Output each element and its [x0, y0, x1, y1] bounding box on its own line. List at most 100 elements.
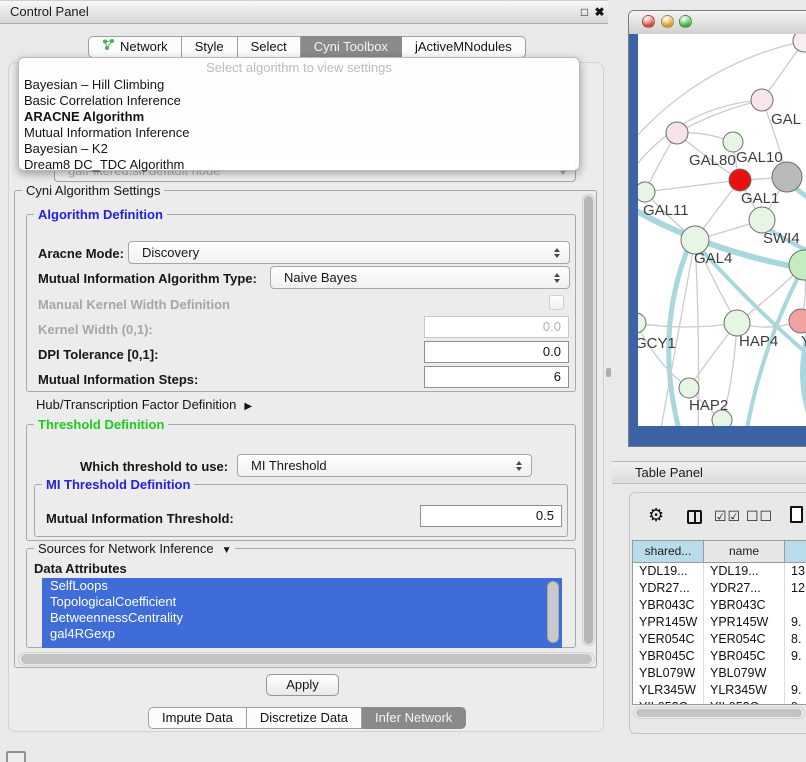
network-node[interactable] — [772, 162, 802, 192]
float-window-icon[interactable]: □ — [577, 1, 592, 23]
control-panel-title: Control Panel — [10, 1, 89, 23]
manual-kernel-checkbox[interactable] — [549, 295, 564, 310]
network-node[interactable] — [751, 89, 773, 111]
dpi-tolerance-field[interactable]: 0.0 — [424, 341, 569, 363]
network-node-label: GAL — [771, 111, 801, 128]
tab-select[interactable]: Select — [238, 36, 301, 58]
threshold-definition-legend: Threshold Definition — [34, 417, 168, 432]
table-row[interactable]: YLR345WYLR345W9. — [633, 682, 806, 699]
sources-legend[interactable]: Sources for Network Inference▼ — [34, 541, 235, 556]
dropdown-items: Bayesian – Hill ClimbingBasic Correlatio… — [19, 77, 579, 173]
attribute-item[interactable]: TopologicalCoefficient — [42, 594, 562, 610]
gear-icon[interactable]: ⚙ — [648, 505, 664, 525]
table-row[interactable]: YBR045CYBR045C9. — [633, 648, 806, 665]
network-node[interactable] — [679, 378, 699, 398]
mi-steps-field[interactable]: 6 — [424, 366, 569, 388]
table-cell: YIL052C — [704, 699, 785, 705]
panel-divider-handle[interactable] — [606, 368, 611, 377]
settings-vscrollbar[interactable] — [582, 194, 595, 646]
network-node[interactable] — [789, 309, 806, 333]
tab-label: Network — [120, 37, 168, 57]
algorithm-option[interactable]: Bayesian – Hill Climbing — [19, 77, 579, 93]
attribute-item[interactable] — [42, 642, 562, 648]
algorithm-option[interactable]: Basic Correlation Inference — [19, 93, 579, 109]
mi-threshold-legend: MI Threshold Definition — [42, 477, 194, 492]
network-node[interactable] — [638, 182, 655, 202]
mi-steps-label: Mutual Information Steps: — [38, 372, 198, 387]
algorithm-dropdown[interactable]: Select algorithm to view settings Bayesi… — [18, 57, 580, 171]
close-light-icon[interactable] — [642, 15, 655, 28]
network-view-window[interactable]: GALGAL80GAL10GAL11GAL1GAL4SWI4GCY1HAP4YH… — [628, 10, 806, 447]
node-table[interactable]: shared...nameYDL19...YDL19...13YDR27...Y… — [632, 540, 806, 705]
table-header-row: shared...name — [633, 541, 806, 563]
hub-definition-toggle[interactable]: Hub/Transcription Factor Definition▶ — [36, 397, 252, 412]
tab-style[interactable]: Style — [182, 36, 238, 58]
tab-discretize-data[interactable]: Discretize Data — [247, 707, 362, 729]
aracne-mode-combo[interactable]: Discovery — [128, 241, 570, 264]
kernel-width-field[interactable]: 0.0 — [424, 316, 569, 338]
algorithm-option[interactable]: ARACNE Algorithm — [19, 109, 579, 125]
attributes-vscrollbar-thumb[interactable] — [547, 581, 559, 643]
network-window-titlebar[interactable] — [629, 11, 806, 35]
control-panel-titlebar: Control Panel □ ✖ — [0, 0, 608, 24]
network-canvas[interactable]: GALGAL80GAL10GAL11GAL1GAL4SWI4GCY1HAP4YH… — [638, 34, 806, 426]
tab-infer-network[interactable]: Infer Network — [362, 707, 466, 729]
network-node[interactable] — [638, 313, 646, 333]
corner-dock-icon[interactable] — [6, 751, 26, 762]
settings-hscrollbar-thumb[interactable] — [21, 654, 592, 664]
table-cell: 8. — [785, 631, 806, 648]
tab-impute-data[interactable]: Impute Data — [148, 707, 247, 729]
table-row[interactable]: YBR043CYBR043C — [633, 597, 806, 614]
tab-jactivemnodules[interactable]: jActiveMNodules — [402, 36, 526, 58]
network-node[interactable] — [666, 122, 688, 144]
table-cell: 9. — [785, 682, 806, 699]
algorithm-option[interactable]: Bayesian – K2 — [19, 141, 579, 157]
table-cell: YDR27... — [704, 580, 785, 597]
algorithm-option[interactable]: Dream8 DC_TDC Algorithm — [19, 157, 579, 173]
attribute-item[interactable]: BetweennessCentrality — [42, 610, 562, 626]
table-cell: YIL052C — [633, 699, 704, 705]
algorithm-definition-legend: Algorithm Definition — [34, 207, 167, 222]
minimize-light-icon[interactable] — [661, 15, 674, 28]
which-threshold-combo[interactable]: MI Threshold — [237, 454, 532, 477]
algorithm-option[interactable]: Mutual Information Inference — [19, 125, 579, 141]
zoom-light-icon[interactable] — [679, 15, 692, 28]
apply-button[interactable]: Apply — [266, 674, 339, 696]
table-cell: YPR145W — [633, 614, 704, 631]
manual-kernel-label: Manual Kernel Width Definition — [38, 297, 230, 312]
table-row[interactable]: YBL079WYBL079W — [633, 665, 806, 682]
table-hscrollbar-thumb[interactable] — [636, 709, 802, 717]
columns-icon[interactable] — [687, 510, 702, 524]
hide-columns-icon[interactable]: ☐☐ — [746, 508, 773, 525]
table-cell: YDL19... — [633, 563, 704, 580]
settings-vscrollbar-thumb[interactable] — [584, 196, 593, 644]
file-icon[interactable] — [790, 506, 803, 523]
column-header[interactable]: name — [704, 541, 785, 562]
network-node[interactable] — [789, 250, 806, 280]
table-cell: 12 — [785, 580, 806, 597]
data-attributes-list[interactable]: SelfLoopsTopologicalCoefficientBetweenne… — [42, 578, 562, 648]
show-columns-icon[interactable]: ☑☑ — [714, 508, 741, 525]
tab-label: Infer Network — [375, 708, 452, 728]
mi-type-combo[interactable]: Naive Bayes — [270, 266, 570, 289]
column-header[interactable] — [785, 541, 806, 562]
table-row[interactable]: YDL19...YDL19...13 — [633, 563, 806, 580]
table-row[interactable]: YER054CYER054C8. — [633, 631, 806, 648]
column-header[interactable]: shared... — [633, 541, 704, 562]
tab-cyni-toolbox[interactable]: Cyni Toolbox — [301, 36, 402, 58]
network-node[interactable] — [793, 34, 806, 52]
table-row[interactable]: YIL052CYIL052C9. — [633, 699, 806, 705]
mi-threshold-field[interactable]: 0.5 — [420, 505, 562, 527]
settings-hscrollbar[interactable] — [18, 652, 595, 666]
tab-network[interactable]: Network — [88, 36, 182, 58]
network-edge — [645, 180, 740, 192]
table-hscrollbar[interactable] — [633, 707, 805, 719]
network-node[interactable] — [729, 169, 751, 191]
table-row[interactable]: YPR145WYPR145W9. — [633, 614, 806, 631]
attribute-item[interactable]: SelfLoops — [42, 578, 562, 594]
close-icon[interactable]: ✖ — [592, 1, 607, 23]
stepper-icon — [554, 248, 560, 258]
table-cell: YER054C — [704, 631, 785, 648]
attribute-item[interactable]: gal4RGexp — [42, 626, 562, 642]
table-row[interactable]: YDR27...YDR27...12 — [633, 580, 806, 597]
